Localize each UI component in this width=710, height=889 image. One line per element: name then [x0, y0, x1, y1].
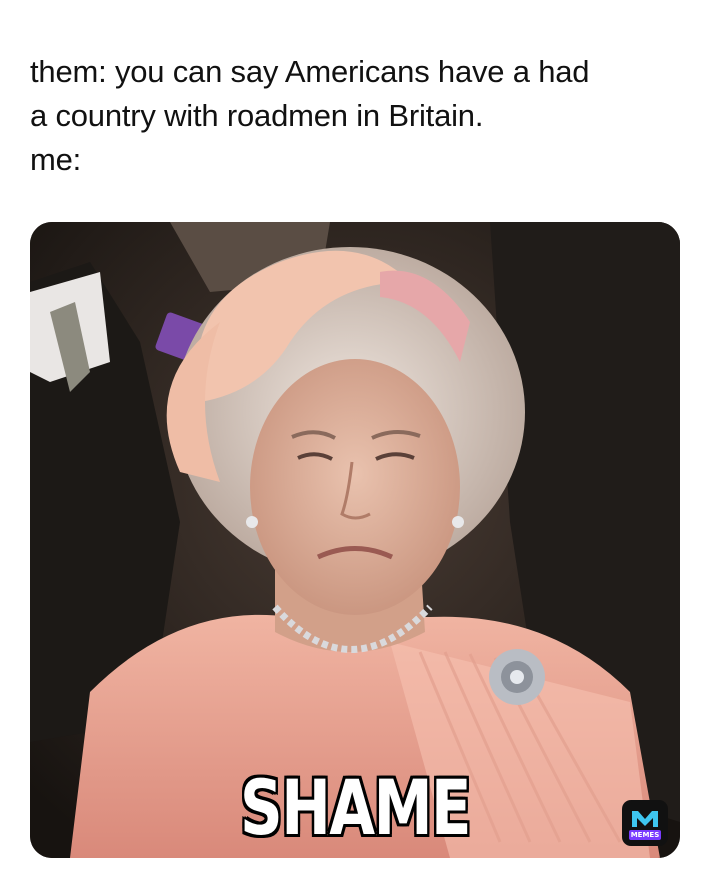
meme-caption: them: you can say Americans have a had a… [30, 50, 690, 182]
memes-watermark-label: MEMES [628, 829, 662, 840]
memes-watermark: MEMES [622, 800, 668, 846]
caption-line-2: a country with roadmen in Britain. [30, 98, 484, 133]
shame-overlay-text: SHAME [240, 763, 471, 852]
caption-line-3: me: [30, 142, 82, 177]
memes-logo-icon [632, 810, 658, 827]
caption-line-1: them: you can say Americans have a had [30, 54, 590, 89]
meme-image: SHAME MEMES [30, 222, 680, 858]
